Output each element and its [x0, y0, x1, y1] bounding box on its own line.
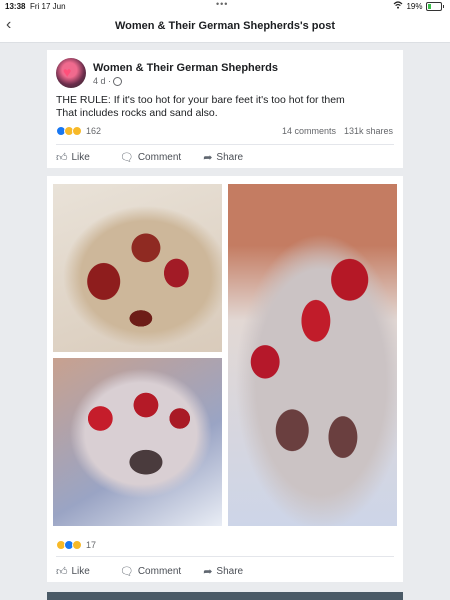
share-arrow-icon: ➦ [203, 565, 213, 578]
post-stats: 14 comments 131k shares [282, 126, 393, 136]
comment-icon: 🗨︎ [119, 151, 134, 164]
reaction-count: 162 [86, 126, 102, 136]
comment-icon: 🗨︎ [119, 565, 134, 578]
like-label: Like [71, 565, 90, 577]
status-date: Fri 17 Jun [30, 2, 66, 11]
post-card: ♥ Women & Their German Shepherds 4 d · T… [47, 50, 403, 168]
share-button[interactable]: ➦ Share [203, 147, 243, 167]
paw-photo-2[interactable] [53, 358, 222, 526]
shares-count[interactable]: 131k shares [344, 126, 393, 136]
share-arrow-icon: ➦ [203, 151, 213, 164]
like-button[interactable]: 👍︎ Like [56, 561, 90, 581]
multitasking-dots-icon[interactable]: ••• [216, 0, 228, 9]
comment-label: Comment [137, 151, 182, 163]
thumbs-up-icon: 👍︎ [56, 565, 68, 578]
reactions-summary[interactable]: 17 [56, 540, 96, 550]
next-post-card[interactable] [47, 592, 403, 600]
reaction-count: 17 [86, 540, 97, 550]
status-bar: 13:38 Fri 17 Jun ••• 19% [0, 0, 450, 12]
post-text: THE RULE: If it's too hot for your bare … [56, 94, 396, 120]
reactions-summary[interactable]: 162 [56, 126, 101, 136]
top-nav: ‹ Women & Their German Shepherds's post [0, 12, 450, 43]
like-button[interactable]: 👍︎ Like [56, 147, 90, 167]
status-indicators: 19% [393, 1, 444, 11]
heart-icon: ♥ [63, 64, 72, 80]
paw-photo-1[interactable] [53, 184, 222, 352]
page-title: Women & Their German Shepherds's post [114, 20, 335, 32]
paw-photo-3[interactable] [228, 184, 397, 526]
divider [56, 144, 394, 145]
post-author[interactable]: Women & Their German Shepherds [93, 62, 278, 74]
share-label: Share [216, 565, 244, 577]
avatar[interactable]: ♥ [56, 58, 86, 88]
battery-icon [425, 1, 442, 11]
divider [56, 556, 394, 557]
globe-icon [113, 76, 123, 86]
comments-count[interactable]: 14 comments [282, 126, 336, 136]
post-age: 4 d · [93, 76, 112, 86]
comment-label: Comment [137, 565, 182, 577]
share-button[interactable]: ➦ Share [203, 561, 243, 581]
comment-button[interactable]: 🗨︎ Comment [120, 147, 181, 167]
thumbs-up-icon: 👍︎ [56, 151, 68, 164]
care-reaction-icon [72, 540, 82, 550]
wifi-icon [393, 1, 403, 11]
comment-button[interactable]: 🗨︎ Comment [120, 561, 181, 581]
status-time: 13:38 [5, 2, 26, 11]
share-label: Share [216, 151, 244, 163]
battery-tip [442, 4, 444, 8]
post-meta: 4 d · [93, 76, 123, 86]
like-label: Like [71, 151, 90, 163]
post-actions: 👍︎ Like 🗨︎ Comment ➦ Share [56, 147, 394, 167]
post-actions: 👍︎ Like 🗨︎ Comment ➦ Share [56, 561, 394, 581]
photo-post-card: 17 👍︎ Like 🗨︎ Comment ➦ Share [47, 176, 403, 582]
battery-percent: 19% [406, 1, 423, 11]
care-reaction-icon [72, 126, 82, 136]
post-text-line: THE RULE: If it's too hot for your bare … [56, 94, 345, 106]
post-text-line: That includes rocks and sand also. [56, 107, 218, 119]
